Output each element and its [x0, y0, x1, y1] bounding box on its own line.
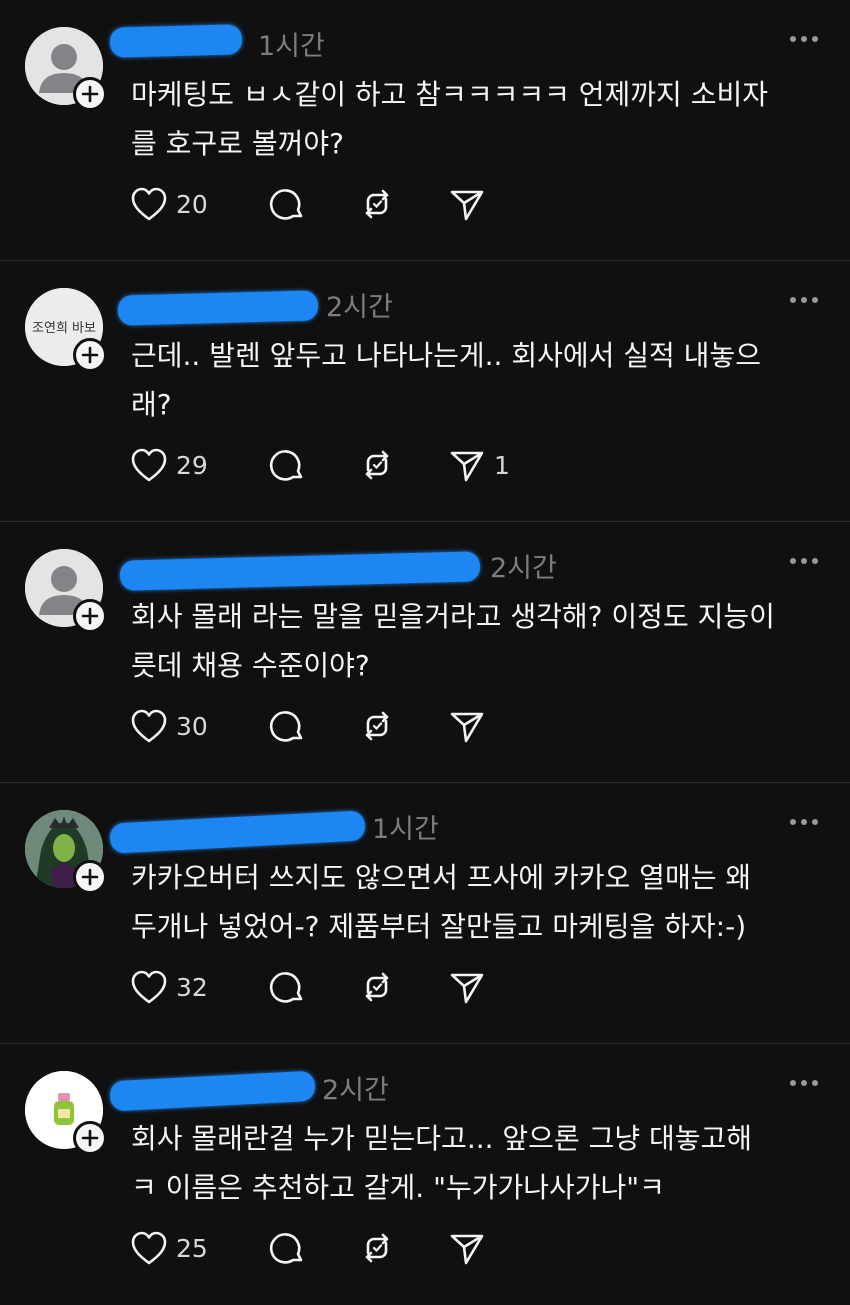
heart-icon	[131, 970, 167, 1004]
post-text: 회사 몰래란걸 누가 믿는다고... 앞으론 그냥 대놓고해 ㅋ 이름은 추천하…	[131, 1122, 753, 1204]
post-item: 2시간 회사 몰래란걸 누가 믿는다고... 앞으론 그냥 대놓고해 ㅋ 이름은…	[0, 1044, 850, 1305]
like-button[interactable]: 20	[130, 182, 268, 226]
post-actions: 32	[130, 965, 494, 1009]
share-count: 1	[494, 450, 510, 480]
like-count: 29	[176, 450, 208, 480]
more-options-button[interactable]	[790, 36, 818, 42]
more-options-button[interactable]	[790, 297, 818, 303]
post-item: 1시간 마케팅도 ㅂㅅ같이 하고 참ㅋㅋㅋㅋㅋ 언제까지 소비자 를 호구로 볼…	[0, 0, 850, 261]
post-actions: 25	[130, 1226, 494, 1270]
heart-icon	[131, 1231, 167, 1265]
send-icon	[450, 1234, 484, 1265]
share-button[interactable]	[448, 965, 494, 1009]
username-redacted[interactable]	[117, 290, 319, 326]
repost-button[interactable]	[358, 443, 448, 487]
plus-icon	[81, 607, 99, 625]
like-count: 32	[176, 972, 208, 1002]
avatar-handwriting-text: 조연희 바보	[32, 321, 96, 336]
like-button[interactable]: 29	[130, 443, 268, 487]
post-actions: 29 1	[130, 443, 510, 487]
like-count: 25	[176, 1233, 208, 1263]
reply-button[interactable]	[268, 443, 358, 487]
like-button[interactable]: 30	[130, 704, 268, 748]
follow-plus-button[interactable]	[73, 860, 107, 894]
username-redacted[interactable]	[119, 551, 481, 591]
share-button[interactable]: 1	[448, 443, 510, 487]
plus-icon	[81, 868, 99, 886]
post-time: 1시간	[372, 814, 439, 845]
send-icon	[450, 190, 484, 221]
comment-bubble-icon	[269, 972, 303, 1003]
more-horizontal-icon	[790, 819, 796, 825]
repost-icon	[365, 1233, 389, 1263]
post-actions: 30	[130, 704, 494, 748]
heart-icon	[131, 448, 167, 482]
send-icon	[450, 973, 484, 1004]
like-count: 20	[176, 189, 208, 219]
comment-bubble-icon	[269, 1233, 303, 1264]
post-item: 2시간 회사 몰래 라는 말을 믿을거라고 생각해? 이정도 지능이 릇데 채용…	[0, 522, 850, 783]
more-options-button[interactable]	[790, 558, 818, 564]
more-options-button[interactable]	[790, 819, 818, 825]
avatar[interactable]: 조연희 바보	[25, 288, 107, 372]
comment-bubble-icon	[269, 189, 303, 220]
heart-icon	[131, 187, 167, 221]
more-horizontal-icon	[790, 36, 796, 42]
reply-button[interactable]	[268, 182, 358, 226]
post-item: 1시간 카카오버터 쓰지도 않으면서 프사에 카카오 열매는 왜 두개나 넣었어…	[0, 783, 850, 1044]
repost-icon	[365, 189, 389, 219]
more-horizontal-icon	[790, 558, 796, 564]
username-redacted[interactable]	[109, 810, 366, 854]
repost-button[interactable]	[358, 704, 448, 748]
post-time: 2시간	[490, 553, 557, 584]
avatar[interactable]	[25, 1071, 107, 1155]
like-count: 30	[176, 711, 208, 741]
comment-bubble-icon	[269, 450, 303, 481]
more-horizontal-icon	[790, 1080, 796, 1086]
repost-icon	[365, 972, 389, 1002]
share-button[interactable]	[448, 704, 494, 748]
follow-plus-button[interactable]	[73, 1121, 107, 1155]
avatar[interactable]	[25, 27, 107, 111]
post-text: 회사 몰래 라는 말을 믿을거라고 생각해? 이정도 지능이 릇데 채용 수준이…	[131, 600, 775, 682]
repost-button[interactable]	[358, 965, 448, 1009]
heart-icon	[131, 709, 167, 743]
plus-icon	[81, 1129, 99, 1147]
reply-button[interactable]	[268, 965, 358, 1009]
post-actions: 20	[130, 182, 494, 226]
username-redacted[interactable]	[109, 1070, 316, 1112]
post-time: 2시간	[326, 292, 393, 323]
plus-icon	[81, 85, 99, 103]
share-button[interactable]	[448, 1226, 494, 1270]
post-time: 1시간	[258, 31, 325, 62]
post-item: 조연희 바보 2시간 근데.. 발렌 앞두고 나타나는게.. 회사에서 실적 내…	[0, 261, 850, 522]
post-text: 근데.. 발렌 앞두고 나타나는게.. 회사에서 실적 내놓으 래?	[131, 339, 761, 421]
reply-button[interactable]	[268, 1226, 358, 1270]
username-redacted[interactable]	[109, 24, 243, 58]
share-button[interactable]	[448, 182, 494, 226]
repost-button[interactable]	[358, 1226, 448, 1270]
post-time: 2시간	[322, 1075, 389, 1106]
follow-plus-button[interactable]	[73, 599, 107, 633]
more-options-button[interactable]	[790, 1080, 818, 1086]
send-icon	[450, 451, 484, 482]
avatar[interactable]	[25, 810, 107, 894]
send-icon	[450, 712, 484, 743]
repost-icon	[365, 450, 389, 480]
post-text: 카카오버터 쓰지도 않으면서 프사에 카카오 열매는 왜 두개나 넣었어-? 제…	[131, 861, 752, 943]
follow-plus-button[interactable]	[73, 338, 107, 372]
thread-feed: 1시간 마케팅도 ㅂㅅ같이 하고 참ㅋㅋㅋㅋㅋ 언제까지 소비자 를 호구로 볼…	[0, 0, 850, 1290]
follow-plus-button[interactable]	[73, 77, 107, 111]
more-horizontal-icon	[790, 297, 796, 303]
repost-icon	[365, 711, 389, 741]
plus-icon	[81, 346, 99, 364]
avatar[interactable]	[25, 549, 107, 633]
post-text: 마케팅도 ㅂㅅ같이 하고 참ㅋㅋㅋㅋㅋ 언제까지 소비자 를 호구로 볼꺼야?	[131, 78, 768, 160]
like-button[interactable]: 32	[130, 965, 268, 1009]
reply-button[interactable]	[268, 704, 358, 748]
like-button[interactable]: 25	[130, 1226, 268, 1270]
repost-button[interactable]	[358, 182, 448, 226]
comment-bubble-icon	[269, 711, 303, 742]
